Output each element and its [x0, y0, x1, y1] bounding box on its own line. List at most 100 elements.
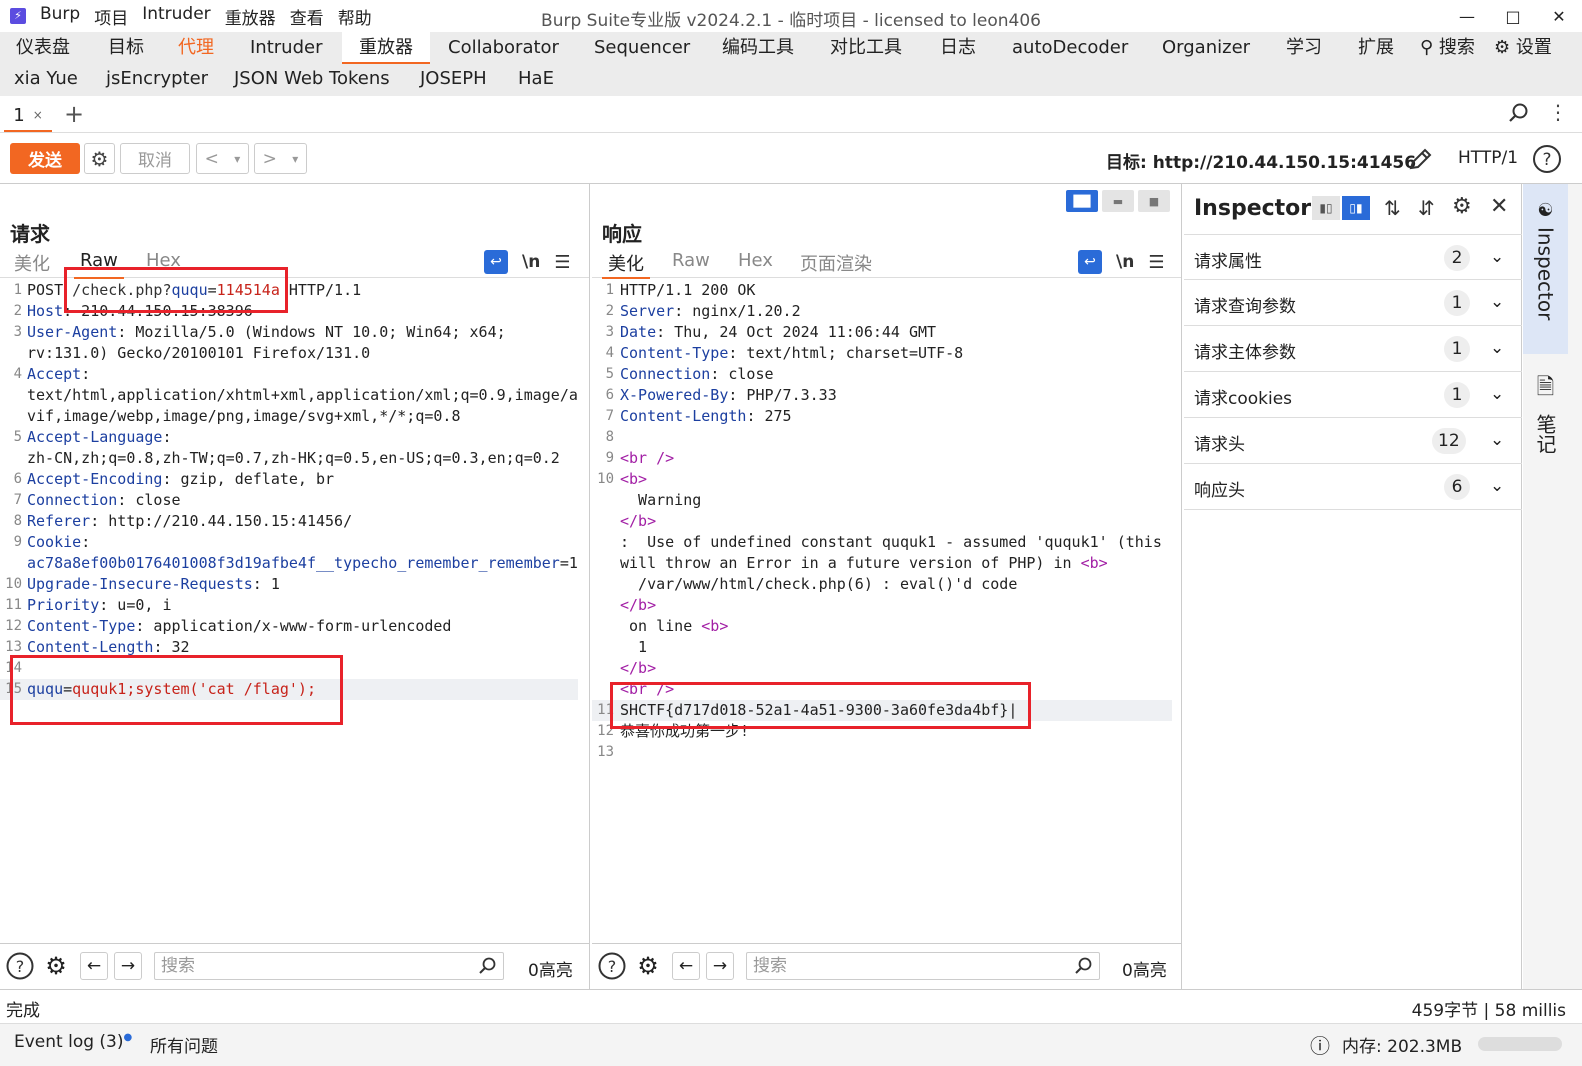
help-icon[interactable]: ? — [1532, 144, 1562, 174]
sidebar-tab-inspector[interactable]: ☯ Inspector — [1523, 184, 1568, 354]
previous-match-button[interactable]: ← — [80, 952, 108, 980]
maximize-icon[interactable]: □ — [1490, 0, 1536, 32]
more-options-icon[interactable]: ⋮ — [1548, 100, 1568, 124]
previous-match-button[interactable]: ← — [672, 952, 700, 980]
tab-intruder[interactable]: Intruder — [250, 32, 322, 64]
tab-request-raw[interactable]: Raw — [74, 250, 124, 279]
request-search-input[interactable]: 搜索 — [154, 952, 504, 980]
menu-project[interactable]: 项目 — [94, 4, 128, 29]
tab-repeater[interactable]: 重放器 — [342, 32, 430, 64]
sidebar-tab-notes[interactable]: 🗎 笔记 — [1523, 370, 1568, 454]
tab-response-raw[interactable]: Raw — [672, 250, 710, 278]
layout-tabs-icon[interactable]: ■ — [1138, 190, 1170, 212]
edit-target-icon[interactable] — [1406, 146, 1434, 174]
send-settings-button[interactable]: ⚙ — [84, 143, 115, 174]
layout-toggle: ██ ▬ ■ — [1066, 190, 1170, 212]
close-icon[interactable]: ✕ — [1490, 194, 1508, 219]
http-version-selector[interactable]: HTTP/1 — [1458, 148, 1518, 168]
help-icon[interactable]: ? — [6, 952, 34, 980]
inspector-section-body-params[interactable]: 请求主体参数 1 ⌄ — [1184, 326, 1522, 372]
all-issues-button[interactable]: 所有问题 — [150, 1032, 218, 1057]
tab-autodecoder[interactable]: autoDecoder — [1012, 32, 1128, 64]
notification-dot-icon: ● — [123, 1032, 133, 1043]
global-settings-button[interactable]: ⚙ 设置 — [1494, 32, 1552, 64]
right-sidebar: ☯ Inspector 🗎 笔记 — [1523, 184, 1582, 989]
inspector-section-response-headers[interactable]: 响应头 6 ⌄ — [1184, 464, 1522, 510]
next-match-button[interactable]: → — [114, 952, 142, 980]
target-label: 目标: http://210.44.150.15:41456 — [1106, 153, 1417, 173]
tab-learn[interactable]: 学习 — [1286, 32, 1322, 64]
request-editor[interactable]: 1 POST /check.php?ququ=114514a HTTP/1.1 2… — [0, 280, 589, 940]
layout-left-icon[interactable]: ▮▯ — [1312, 196, 1340, 220]
tab-response-pretty[interactable]: 美化 — [602, 250, 650, 279]
response-search-input[interactable]: 搜索 — [746, 952, 1100, 980]
tab-target[interactable]: 目标 — [108, 32, 144, 64]
inspector-panel: Inspector ▮▯ ▯▮ ⇅ ⇵ ⚙ ✕ 请求属性 2 ⌄ 请求查询参数 … — [1184, 184, 1522, 989]
tab-hae[interactable]: HaE — [518, 63, 554, 95]
inspector-icon: ☯ — [1537, 200, 1554, 221]
search-tabs-icon[interactable] — [1508, 102, 1530, 124]
tab-response-render[interactable]: 页面渲染 — [800, 250, 872, 278]
menu-repeater[interactable]: 重放器 — [225, 4, 276, 29]
word-wrap-icon[interactable]: ↩ — [1078, 250, 1102, 274]
word-wrap-icon[interactable]: ↩ — [484, 250, 508, 274]
tab-response-hex[interactable]: Hex — [738, 250, 773, 278]
tab-comparer[interactable]: 对比工具 — [830, 32, 902, 64]
expand-all-icon[interactable]: ⇅ — [1384, 196, 1401, 220]
newline-toggle[interactable]: \n — [522, 252, 540, 272]
tab-extensions[interactable]: 扩展 — [1358, 32, 1394, 64]
next-match-button[interactable]: → — [706, 952, 734, 980]
gear-icon[interactable]: ⚙ — [1452, 194, 1472, 219]
repeater-tab-1[interactable]: 1 × — [4, 100, 52, 132]
status-text: 完成 — [6, 1001, 40, 1021]
close-tab-icon[interactable]: × — [33, 108, 43, 122]
menu-help[interactable]: 帮助 — [338, 4, 372, 29]
menu-icon[interactable]: ☰ — [1148, 252, 1164, 273]
tab-request-pretty[interactable]: 美化 — [14, 250, 50, 278]
menu-icon[interactable]: ☰ — [554, 252, 570, 273]
inspector-section-cookies[interactable]: 请求cookies 1 ⌄ — [1184, 372, 1522, 418]
back-icon: < — [204, 148, 219, 169]
minimize-icon[interactable]: — — [1444, 0, 1490, 32]
gear-icon[interactable]: ⚙ — [634, 952, 662, 980]
tab-dashboard[interactable]: 仪表盘 — [16, 32, 70, 64]
help-icon[interactable]: ? — [598, 952, 626, 980]
tab-json-web-tokens[interactable]: JSON Web Tokens — [234, 63, 390, 95]
menu-burp[interactable]: Burp — [40, 4, 80, 29]
layout-right-icon[interactable]: ▯▮ — [1342, 196, 1370, 220]
tab-xia-yue[interactable]: xia Yue — [14, 63, 78, 95]
tab-collaborator[interactable]: Collaborator — [448, 32, 559, 64]
tab-decoder[interactable]: 编码工具 — [722, 32, 794, 64]
cancel-button[interactable]: 取消 — [120, 143, 190, 174]
inspector-section-request-attributes[interactable]: 请求属性 2 ⌄ — [1184, 234, 1522, 280]
layout-side-by-side-icon[interactable]: ██ — [1066, 190, 1098, 212]
response-editor[interactable]: 1 HTTP/1.1 200 OK 2 Server: nginx/1.20.2 3… — [592, 280, 1181, 940]
tab-jsencrypter[interactable]: jsEncrypter — [106, 63, 208, 95]
tab-proxy[interactable]: 代理 — [178, 32, 214, 64]
inspector-section-request-headers[interactable]: 请求头 12 ⌄ — [1184, 418, 1522, 464]
collapse-all-icon[interactable]: ⇵ — [1418, 196, 1435, 220]
event-log-button[interactable]: Event log (3)● — [14, 1032, 132, 1052]
chevron-down-icon: ⌄ — [1490, 384, 1505, 404]
tab-logger[interactable]: 日志 — [940, 32, 976, 64]
close-icon[interactable]: ✕ — [1536, 0, 1582, 32]
request-pane: 请求 美化 Raw Hex ↩ \n ☰ 1 POST /check.php?qu… — [0, 184, 590, 989]
menu-view[interactable]: 查看 — [290, 4, 324, 29]
tab-request-hex[interactable]: Hex — [146, 250, 181, 278]
tab-sequencer[interactable]: Sequencer — [594, 32, 690, 64]
inspector-section-query-params[interactable]: 请求查询参数 1 ⌄ — [1184, 280, 1522, 326]
global-search-button[interactable]: ⚲ 搜索 — [1420, 32, 1475, 64]
tab-organizer[interactable]: Organizer — [1162, 32, 1250, 64]
layout-stacked-icon[interactable]: ▬ — [1102, 190, 1134, 212]
menu-intruder[interactable]: Intruder — [142, 4, 210, 29]
tab-joseph[interactable]: JOSEPH — [420, 63, 487, 95]
add-tab-button[interactable]: + — [64, 100, 84, 128]
memory-usage: 内存: 202.3MB — [1342, 1037, 1463, 1057]
forward-button[interactable]: > ▾ — [254, 143, 307, 174]
back-button[interactable]: < ▾ — [196, 143, 249, 174]
response-stats: 459字节 | 58 millis — [1411, 1001, 1566, 1021]
newline-toggle[interactable]: \n — [1116, 252, 1134, 272]
gear-icon[interactable]: ⚙ — [42, 952, 70, 980]
send-button[interactable]: 发送 — [10, 143, 80, 174]
chevron-down-icon: ⌄ — [1490, 292, 1505, 312]
